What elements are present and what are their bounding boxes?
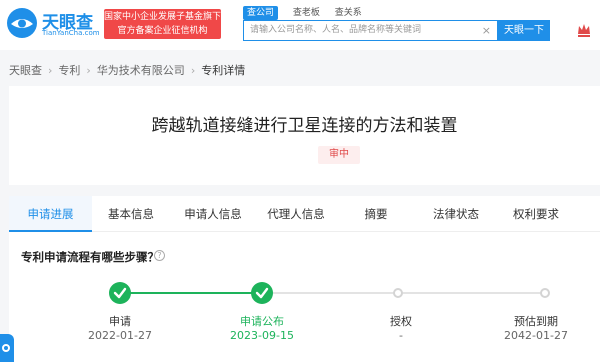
- step-pending-dot: [393, 288, 403, 298]
- tab-basic-info[interactable]: 基本信息: [92, 196, 170, 232]
- tab-claims[interactable]: 权利要求: [496, 196, 576, 232]
- tab-progress[interactable]: 申请进展: [9, 196, 92, 232]
- badge-line-1: 国家中小企业发展子基金旗下: [104, 12, 221, 22]
- top-header: 天眼查 TianYanCha.com 国家中小企业发展子基金旗下 官方备案企业征…: [0, 0, 600, 50]
- step-date-apply: 2022-01-27: [88, 329, 152, 342]
- eye-logo-icon: [7, 8, 37, 38]
- step-label-grant: 授权: [390, 315, 412, 328]
- search-tab-boss[interactable]: 查老板: [293, 6, 320, 20]
- breadcrumb-sep: ›: [48, 64, 53, 77]
- breadcrumb-current: 专利详情: [201, 64, 246, 77]
- breadcrumb-sep: ›: [190, 64, 196, 77]
- help-icon[interactable]: ?: [154, 250, 165, 261]
- status-badge: 审中: [318, 146, 360, 164]
- step-date-publish: 2023-09-15: [230, 329, 294, 342]
- step-date-expiry: 2042-01-27: [504, 329, 568, 342]
- tab-applicant[interactable]: 申请人信息: [170, 196, 256, 232]
- breadcrumb-patent[interactable]: 专利: [58, 62, 80, 78]
- progress-line-done: [120, 292, 262, 294]
- clear-icon[interactable]: ×: [482, 21, 491, 40]
- step-label-publish: 申请公布: [240, 315, 284, 328]
- section-title: 专利申请流程有哪些步骤？: [21, 250, 159, 264]
- progress-line-pending: [262, 292, 545, 294]
- patent-title: 跨越轨道接缝进行卫星连接的方法和装置: [151, 116, 458, 136]
- detail-panel: 申请进展 基本信息 申请人信息 代理人信息 摘要 法律状态 权利要求 专利申请流…: [9, 196, 600, 362]
- search-button[interactable]: 天眼一下: [498, 20, 550, 41]
- tianyancha-logo[interactable]: 天眼查 TianYanCha.com: [7, 8, 100, 40]
- search-tab-company[interactable]: 查公司: [243, 6, 279, 20]
- step-label-apply: 申请: [109, 315, 131, 328]
- breadcrumb-company[interactable]: 华为技术有限公司: [97, 62, 185, 78]
- search-tab-relation[interactable]: 查关系: [335, 6, 362, 20]
- search-placeholder: 请输入公司名称、人名、品牌名称等关键词: [250, 25, 422, 35]
- patent-header-card: 跨越轨道接缝进行卫星连接的方法和装置 审中: [9, 86, 600, 185]
- check-icon: [255, 287, 269, 299]
- step-pending-dot: [540, 288, 550, 298]
- detail-tabs: 申请进展 基本信息 申请人信息 代理人信息 摘要 法律状态 权利要求: [9, 196, 600, 232]
- search-input[interactable]: 请输入公司名称、人名、品牌名称等关键词 ×: [243, 20, 498, 41]
- step-complete-icon: [109, 282, 131, 304]
- official-badge: 国家中小企业发展子基金旗下 官方备案企业征信机构: [104, 9, 221, 39]
- floating-service-icon[interactable]: [0, 334, 14, 362]
- search-type-tabs: 查公司 查老板 查关系: [243, 6, 374, 20]
- tab-agent[interactable]: 代理人信息: [256, 196, 336, 232]
- breadcrumb-sep: ›: [86, 64, 91, 77]
- tab-legal-status[interactable]: 法律状态: [416, 196, 496, 232]
- step-complete-icon: [251, 282, 273, 304]
- breadcrumb-home[interactable]: 天眼查: [9, 62, 42, 78]
- tab-abstract[interactable]: 摘要: [336, 196, 416, 232]
- logo-domain: TianYanCha.com: [42, 29, 100, 37]
- step-date-grant: -: [399, 329, 403, 342]
- vip-crown-icon[interactable]: [577, 22, 591, 38]
- breadcrumb: 天眼查 › 专利 › 华为技术有限公司 › 专利详情: [9, 62, 245, 78]
- badge-line-2: 官方备案企业征信机构: [117, 26, 208, 36]
- check-icon: [113, 287, 127, 299]
- step-label-expiry: 预估到期: [514, 315, 558, 328]
